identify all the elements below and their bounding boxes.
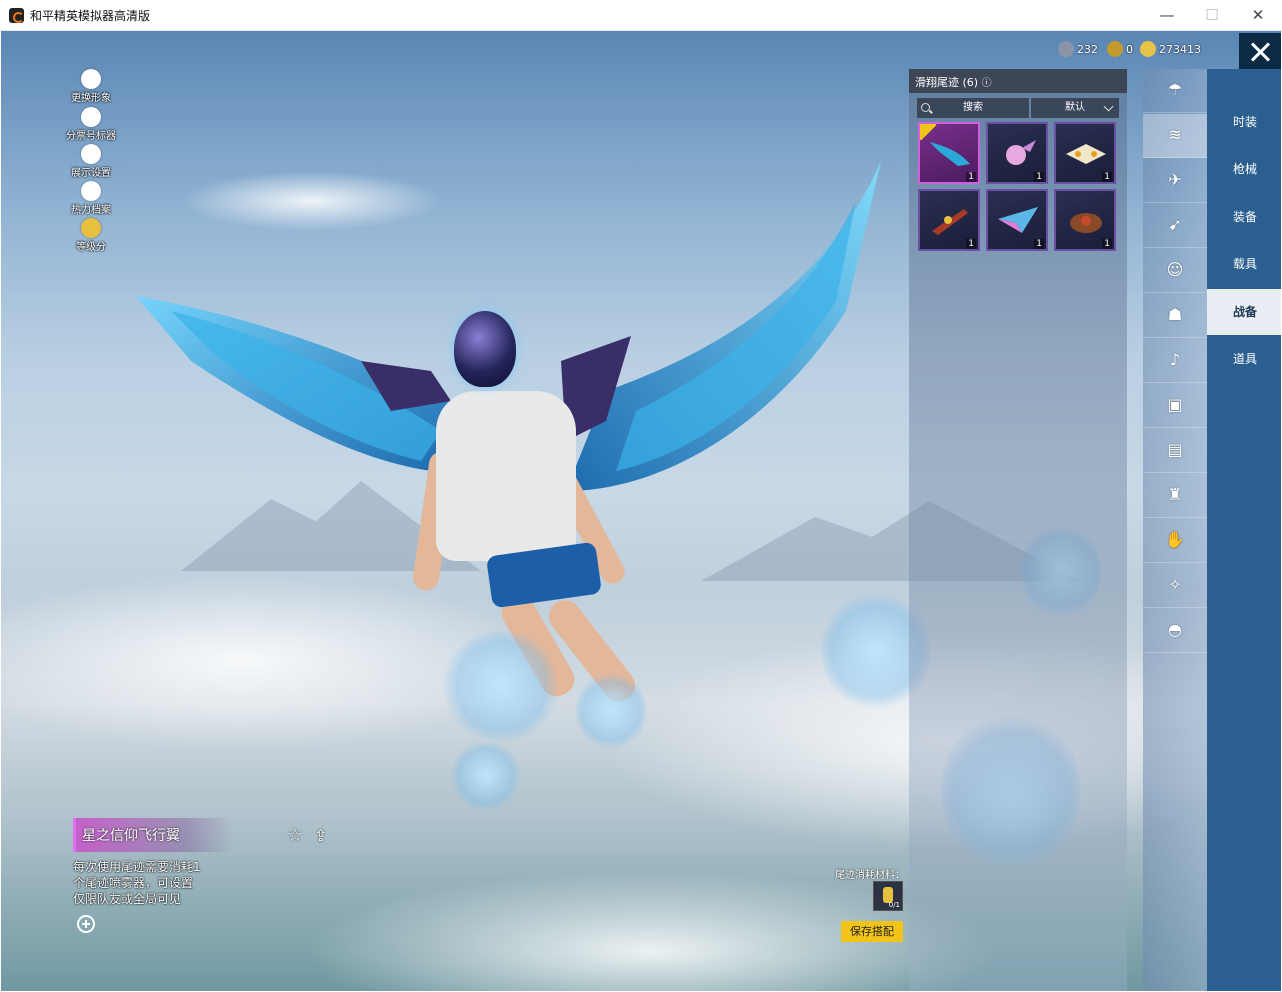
currency-token: 0 [1107, 40, 1133, 58]
subcategory-wing-trail[interactable]: ≋ [1143, 114, 1207, 158]
game-viewport: 更换形象 分票号标器 展示设置 热力档案 等级分 232 0 273413 滑翔… [1, 31, 1281, 991]
subcategory-wand[interactable]: ✧ [1143, 564, 1207, 608]
wing-trail-icon: ≋ [1168, 125, 1182, 144]
subcategory-drone[interactable]: ✈ [1143, 159, 1207, 203]
paper-plane-trail-item-icon [998, 207, 1038, 233]
hand-icon: ✋ [1165, 530, 1185, 549]
gem-count: 232 [1077, 42, 1098, 56]
info-icon[interactable]: ⓘ [982, 78, 992, 89]
tab-vehicles[interactable]: 载具 [1207, 241, 1281, 287]
picture-icon: ▤ [1167, 440, 1183, 459]
minimize-button[interactable]: — [1144, 0, 1190, 31]
left-wing [136, 296, 451, 471]
right-wing [561, 161, 881, 491]
subcategory-extinguisher[interactable]: ♜ [1143, 474, 1207, 518]
wing-trail-item-icon [930, 142, 970, 166]
trail-smoke [441, 631, 561, 741]
eye-icon [81, 144, 101, 164]
subcategory-pet[interactable]: ☗ [1143, 294, 1207, 338]
side-item-share[interactable]: 分票号标器 [61, 107, 121, 142]
token-count: 0 [1126, 42, 1133, 56]
beast-trail-item-icon [1070, 213, 1102, 233]
chevron-down-icon [1103, 101, 1114, 112]
character-cosmic-helmet [454, 311, 516, 387]
gem-icon [1058, 41, 1074, 57]
parachute-icon: ☂ [1167, 80, 1183, 99]
wand-icon: ✧ [1168, 575, 1182, 594]
plane-icon: ➹ [1168, 215, 1182, 234]
window-titlebar: 和平精英模拟器高清版 — ☐ ✕ [0, 0, 1282, 31]
item-slot[interactable]: 1 [918, 189, 980, 251]
trail-smoke [576, 671, 646, 751]
extinguisher-icon: ♜ [1167, 485, 1183, 504]
window-close-button[interactable]: ✕ [1235, 0, 1281, 31]
app-logo-icon [9, 8, 24, 23]
side-item-level-score[interactable]: 等级分 [61, 218, 121, 253]
item-slot[interactable]: 1 [1054, 189, 1116, 251]
category-tabs: 时装 枪械 装备 载具 战备 道具 [1207, 69, 1281, 991]
zoom-in-icon[interactable] [77, 915, 95, 933]
jet-trail-item-icon [1066, 144, 1106, 164]
tab-props[interactable]: 道具 [1207, 336, 1281, 382]
subcategory-plane[interactable]: ➹ [1143, 204, 1207, 248]
emote-icon: ☺ [1166, 260, 1184, 279]
token-icon [1107, 41, 1123, 57]
subcategory-emote[interactable]: ☺ [1143, 249, 1207, 293]
mecha-trail-item-icon [932, 209, 968, 235]
close-panel-button[interactable] [1239, 33, 1281, 71]
material-count: 0/1 [888, 901, 900, 909]
subcategory-card[interactable]: ▣ [1143, 384, 1207, 428]
item-slot[interactable]: 1 [1054, 122, 1116, 184]
search-input[interactable]: 搜索 [917, 98, 1029, 118]
item-slot[interactable]: 1 [918, 122, 980, 184]
panel-header: 滑翔尾迹 (6) ⓘ [909, 69, 1127, 93]
sound-icon: ♪ [1169, 350, 1181, 369]
badge-icon [81, 218, 101, 238]
item-description: 每次使用尾迹需要消耗1 个尾迹喷雾器，可设置 仅限队友或全局可见 [73, 860, 201, 906]
subcategory-parachute[interactable]: ☂ [1143, 69, 1207, 113]
side-item-heat-archive[interactable]: 热力档案 [61, 181, 121, 216]
trail-spray-material-slot[interactable]: 0/1 [873, 881, 903, 911]
tab-equipment[interactable]: 装备 [1207, 194, 1281, 240]
coin-icon [1140, 41, 1156, 57]
window-title: 和平精英模拟器高清版 [30, 9, 151, 23]
coin-count: 273413 [1159, 42, 1201, 56]
settings-icon [81, 107, 101, 127]
side-item-change-look[interactable]: 更换形象 [61, 69, 121, 104]
share-icon[interactable]: ⇪ [314, 826, 334, 846]
flower-trail-item-icon [1006, 140, 1036, 165]
tab-guns[interactable]: 枪械 [1207, 146, 1281, 192]
subcategory-sound[interactable]: ♪ [1143, 339, 1207, 383]
pet-icon: ☗ [1167, 305, 1183, 324]
item-name: 星之信仰飞行翼 [73, 818, 233, 852]
item-slot[interactable]: 1 [986, 189, 1048, 251]
tab-fashion[interactable]: 时装 [1207, 99, 1281, 145]
item-slot[interactable]: 1 [986, 122, 1048, 184]
subcategory-helmet[interactable]: ◓ [1143, 609, 1207, 653]
tab-battle-gear[interactable]: 战备 [1207, 289, 1281, 335]
material-label: 尾迹消耗材料： [835, 870, 905, 881]
panel-title: 滑翔尾迹 (6) [915, 76, 979, 89]
favorite-star-icon[interactable]: ☆ [287, 826, 307, 846]
subcategory-hand[interactable]: ✋ [1143, 519, 1207, 563]
drone-icon: ✈ [1168, 170, 1182, 189]
flame-icon [81, 181, 101, 201]
cloud [181, 171, 441, 231]
sort-dropdown[interactable]: 默认 [1031, 98, 1119, 118]
save-outfit-button[interactable]: 保存搭配 [841, 921, 903, 942]
subcategory-picture[interactable]: ▤ [1143, 429, 1207, 473]
character-body [436, 391, 576, 561]
side-item-display-settings[interactable]: 展示设置 [61, 144, 121, 179]
maximize-button[interactable]: ☐ [1189, 0, 1235, 31]
search-icon [921, 103, 930, 112]
helmet-icon: ◓ [1168, 620, 1182, 639]
card-icon: ▣ [1167, 395, 1183, 414]
person-icon [81, 69, 101, 89]
subcategory-icon-column: ☂ ≋ ✈ ➹ ☺ ☗ ♪ ▣ ▤ ♜ ✋ ✧ ◓ [1143, 69, 1207, 991]
trail-smoke [451, 741, 521, 811]
currency-gem: 232 [1058, 40, 1098, 58]
currency-coin: 273413 [1140, 40, 1201, 58]
